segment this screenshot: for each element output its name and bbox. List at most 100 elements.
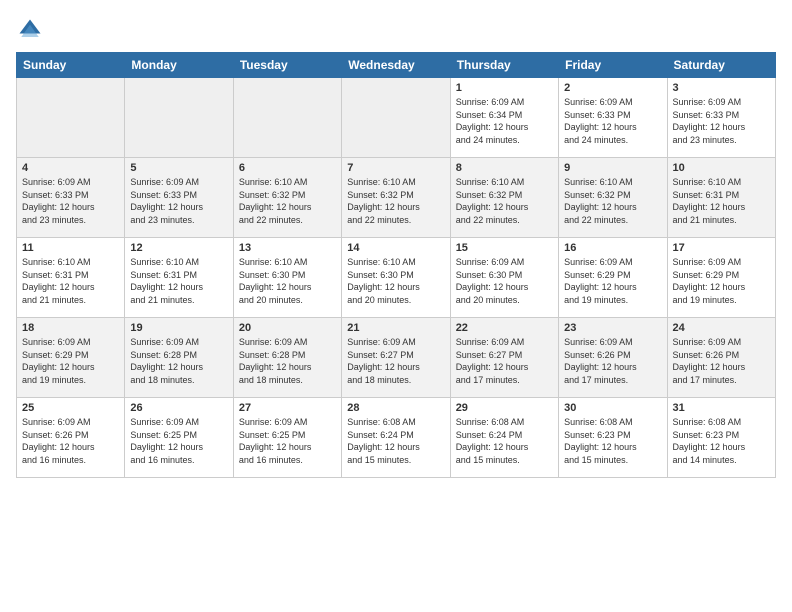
day-info: Sunrise: 6:10 AM Sunset: 6:31 PM Dayligh… [22,256,119,306]
day-cell: 14 Sunrise: 6:10 AM Sunset: 6:30 PM Dayli… [342,238,450,318]
day-info: Sunrise: 6:10 AM Sunset: 6:31 PM Dayligh… [673,176,770,226]
day-info: Sunrise: 6:09 AM Sunset: 6:29 PM Dayligh… [22,336,119,386]
day-number: 5 [130,162,227,174]
day-number: 30 [564,402,661,414]
day-cell [125,78,233,158]
day-cell: 6 Sunrise: 6:10 AM Sunset: 6:32 PM Daylig… [233,158,341,238]
day-cell: 9Sunrise: 6:10 AM Sunset: 6:32 PM Daylig… [559,158,667,238]
day-cell: 7 Sunrise: 6:10 AM Sunset: 6:32 PM Daylig… [342,158,450,238]
day-number: 18 [22,322,119,334]
day-cell: 31Sunrise: 6:08 AM Sunset: 6:23 PM Dayli… [667,398,775,478]
day-cell: 12 Sunrise: 6:10 AM Sunset: 6:31 PM Dayli… [125,238,233,318]
week-row-1: 4 Sunrise: 6:09 AM Sunset: 6:33 PM Daylig… [17,158,776,238]
day-number: 14 [347,242,444,254]
day-cell [17,78,125,158]
day-info: Sunrise: 6:09 AM Sunset: 6:30 PM Dayligh… [456,256,553,306]
day-number: 29 [456,402,553,414]
day-number: 15 [456,242,553,254]
header-cell-monday: Monday [125,53,233,78]
week-row-3: 18 Sunrise: 6:09 AM Sunset: 6:29 PM Dayli… [17,318,776,398]
day-info: Sunrise: 6:09 AM Sunset: 6:28 PM Dayligh… [239,336,336,386]
day-info: Sunrise: 6:08 AM Sunset: 6:23 PM Dayligh… [673,416,770,466]
day-cell: 3 Sunrise: 6:09 AM Sunset: 6:33 PM Daylig… [667,78,775,158]
day-info: Sunrise: 6:09 AM Sunset: 6:33 PM Dayligh… [130,176,227,226]
day-cell: 10 Sunrise: 6:10 AM Sunset: 6:31 PM Dayli… [667,158,775,238]
day-number: 28 [347,402,444,414]
day-info: Sunrise: 6:10 AM Sunset: 6:32 PM Dayligh… [347,176,444,226]
day-cell: 26Sunrise: 6:09 AM Sunset: 6:25 PM Dayli… [125,398,233,478]
day-cell: 25 Sunrise: 6:09 AM Sunset: 6:26 PM Dayli… [17,398,125,478]
day-cell: 16Sunrise: 6:09 AM Sunset: 6:29 PM Dayli… [559,238,667,318]
day-info: Sunrise: 6:09 AM Sunset: 6:28 PM Dayligh… [130,336,227,386]
day-info: Sunrise: 6:09 AM Sunset: 6:26 PM Dayligh… [564,336,661,386]
calendar-body: 1 Sunrise: 6:09 AM Sunset: 6:34 PM Daylig… [17,78,776,478]
logo [16,16,48,44]
page-header [16,16,776,44]
day-info: Sunrise: 6:09 AM Sunset: 6:26 PM Dayligh… [22,416,119,466]
header-cell-tuesday: Tuesday [233,53,341,78]
header-cell-friday: Friday [559,53,667,78]
day-cell: 23 Sunrise: 6:09 AM Sunset: 6:26 PM Dayli… [559,318,667,398]
day-number: 13 [239,242,336,254]
day-number: 23 [564,322,661,334]
day-info: Sunrise: 6:10 AM Sunset: 6:32 PM Dayligh… [564,176,661,226]
header-row: SundayMondayTuesdayWednesdayThursdayFrid… [17,53,776,78]
day-cell: 28 Sunrise: 6:08 AM Sunset: 6:24 PM Dayli… [342,398,450,478]
day-cell: 19 Sunrise: 6:09 AM Sunset: 6:28 PM Dayli… [125,318,233,398]
day-number: 20 [239,322,336,334]
day-info: Sunrise: 6:10 AM Sunset: 6:32 PM Dayligh… [456,176,553,226]
day-info: Sunrise: 6:09 AM Sunset: 6:26 PM Dayligh… [673,336,770,386]
day-number: 27 [239,402,336,414]
day-info: Sunrise: 6:09 AM Sunset: 6:33 PM Dayligh… [564,96,661,146]
day-cell: 1 Sunrise: 6:09 AM Sunset: 6:34 PM Daylig… [450,78,558,158]
day-number: 1 [456,82,553,94]
day-number: 11 [22,242,119,254]
week-row-0: 1 Sunrise: 6:09 AM Sunset: 6:34 PM Daylig… [17,78,776,158]
day-info: Sunrise: 6:08 AM Sunset: 6:23 PM Dayligh… [564,416,661,466]
day-number: 12 [130,242,227,254]
day-cell: 24 Sunrise: 6:09 AM Sunset: 6:26 PM Dayli… [667,318,775,398]
day-number: 3 [673,82,770,94]
day-number: 10 [673,162,770,174]
day-number: 2 [564,82,661,94]
day-info: Sunrise: 6:08 AM Sunset: 6:24 PM Dayligh… [347,416,444,466]
day-number: 24 [673,322,770,334]
day-info: Sunrise: 6:08 AM Sunset: 6:24 PM Dayligh… [456,416,553,466]
day-number: 7 [347,162,444,174]
header-cell-wednesday: Wednesday [342,53,450,78]
day-cell: 5 Sunrise: 6:09 AM Sunset: 6:33 PM Daylig… [125,158,233,238]
header-cell-thursday: Thursday [450,53,558,78]
day-number: 4 [22,162,119,174]
day-cell: 4 Sunrise: 6:09 AM Sunset: 6:33 PM Daylig… [17,158,125,238]
day-number: 22 [456,322,553,334]
day-cell: 30 Sunrise: 6:08 AM Sunset: 6:23 PM Dayli… [559,398,667,478]
day-cell: 17Sunrise: 6:09 AM Sunset: 6:29 PM Dayli… [667,238,775,318]
day-info: Sunrise: 6:09 AM Sunset: 6:33 PM Dayligh… [22,176,119,226]
day-number: 25 [22,402,119,414]
day-info: Sunrise: 6:10 AM Sunset: 6:30 PM Dayligh… [239,256,336,306]
day-info: Sunrise: 6:10 AM Sunset: 6:31 PM Dayligh… [130,256,227,306]
day-info: Sunrise: 6:09 AM Sunset: 6:34 PM Dayligh… [456,96,553,146]
day-info: Sunrise: 6:09 AM Sunset: 6:25 PM Dayligh… [130,416,227,466]
day-info: Sunrise: 6:09 AM Sunset: 6:29 PM Dayligh… [673,256,770,306]
day-number: 8 [456,162,553,174]
day-cell: 21Sunrise: 6:09 AM Sunset: 6:27 PM Dayli… [342,318,450,398]
day-cell [233,78,341,158]
day-cell: 18 Sunrise: 6:09 AM Sunset: 6:29 PM Dayli… [17,318,125,398]
day-info: Sunrise: 6:09 AM Sunset: 6:27 PM Dayligh… [456,336,553,386]
day-cell [342,78,450,158]
day-info: Sunrise: 6:10 AM Sunset: 6:32 PM Dayligh… [239,176,336,226]
day-cell: 11 Sunrise: 6:10 AM Sunset: 6:31 PM Dayli… [17,238,125,318]
day-cell: 22 Sunrise: 6:09 AM Sunset: 6:27 PM Dayli… [450,318,558,398]
day-info: Sunrise: 6:10 AM Sunset: 6:30 PM Dayligh… [347,256,444,306]
day-cell: 20 Sunrise: 6:09 AM Sunset: 6:28 PM Dayli… [233,318,341,398]
header-cell-sunday: Sunday [17,53,125,78]
day-number: 6 [239,162,336,174]
day-cell: 8 Sunrise: 6:10 AM Sunset: 6:32 PM Daylig… [450,158,558,238]
logo-icon [16,16,44,44]
day-number: 19 [130,322,227,334]
day-cell: 13 Sunrise: 6:10 AM Sunset: 6:30 PM Dayli… [233,238,341,318]
week-row-2: 11 Sunrise: 6:10 AM Sunset: 6:31 PM Dayli… [17,238,776,318]
day-number: 21 [347,322,444,334]
day-info: Sunrise: 6:09 AM Sunset: 6:33 PM Dayligh… [673,96,770,146]
